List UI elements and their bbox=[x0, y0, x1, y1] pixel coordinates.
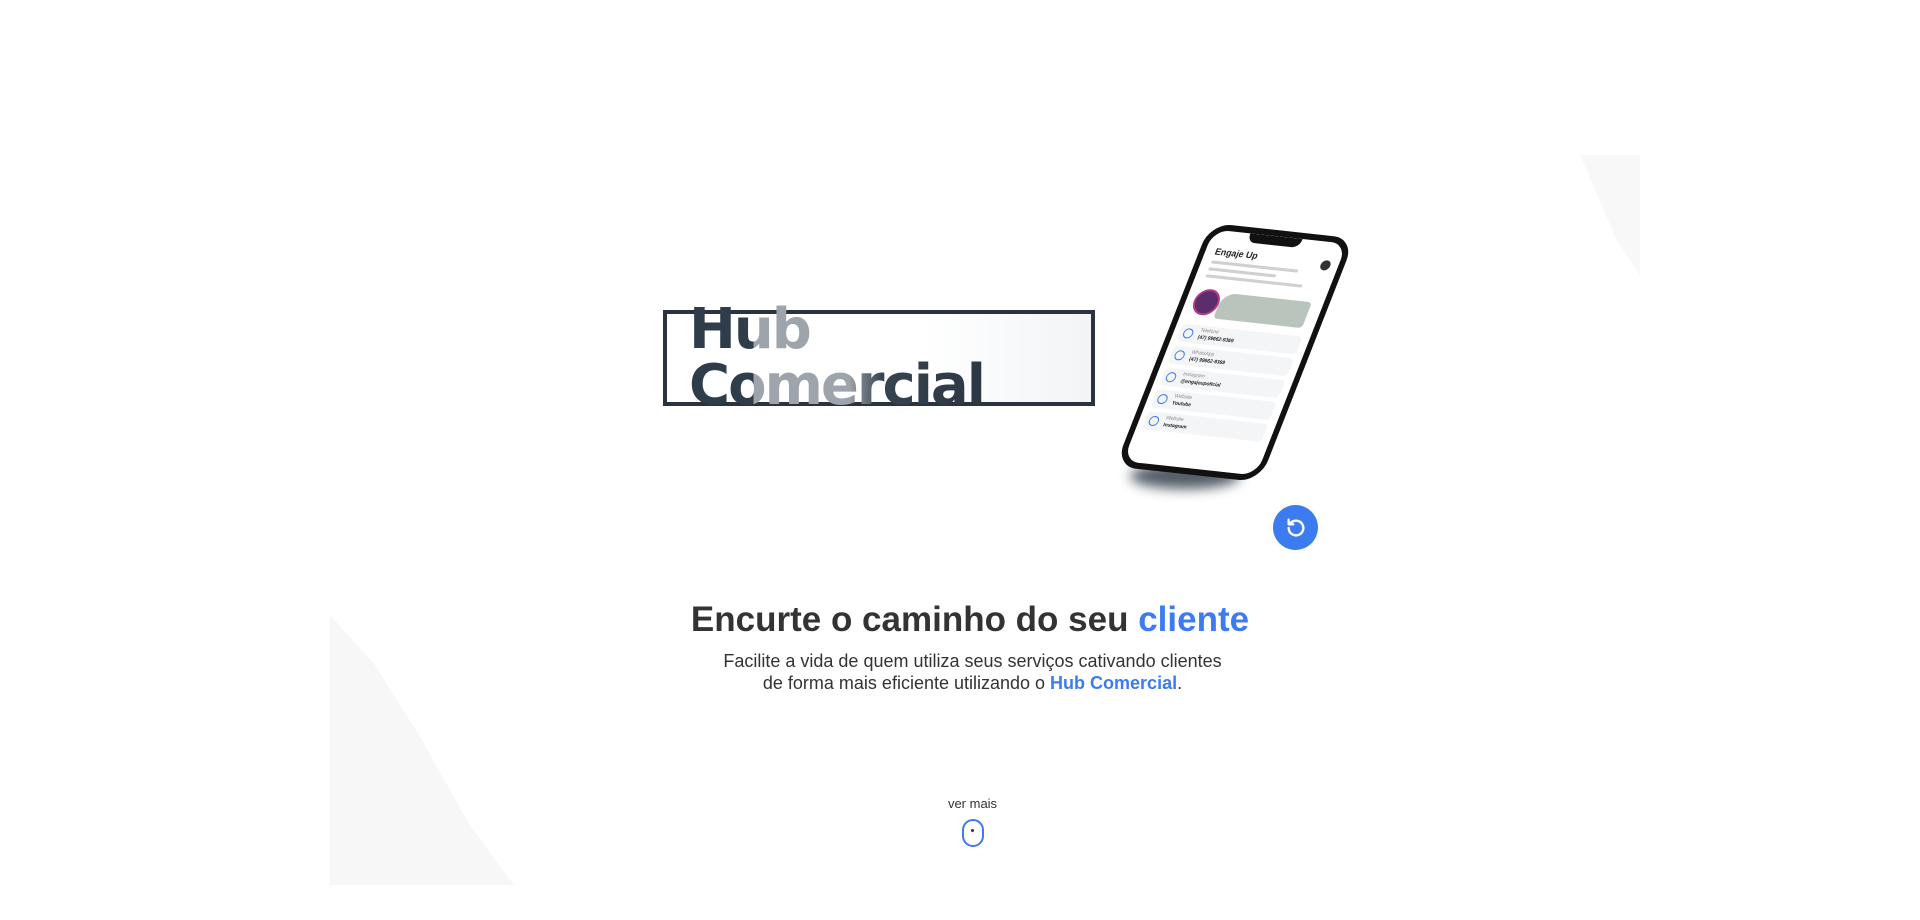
phone-close-icon bbox=[1318, 259, 1333, 271]
hero-subtitle-line1: Facilite a vida de quem utiliza seus ser… bbox=[723, 651, 1222, 671]
hero-subtitle-suffix: . bbox=[1177, 673, 1183, 693]
phone-row-icon bbox=[1181, 327, 1195, 339]
hero-title-accent: cliente bbox=[1138, 600, 1250, 639]
phone-row-value: (47) 99662-9369 bbox=[1187, 356, 1226, 367]
phone-mockup: Engaje Up Telefone (47) 99662-9369 Whats… bbox=[1114, 222, 1356, 515]
phone-row-value: (47) 99662-9369 bbox=[1196, 334, 1235, 345]
replay-icon bbox=[1286, 518, 1304, 537]
hero-subtitle-line2: de forma mais eficiente utilizando o bbox=[762, 673, 1051, 693]
mouse-scroll-icon bbox=[961, 819, 984, 847]
replay-button[interactable] bbox=[1273, 505, 1318, 550]
phone-profile-name: Engaje Up bbox=[1213, 246, 1260, 261]
phone-row-value: Instagram bbox=[1162, 422, 1188, 431]
logo-text: Hub Comercial bbox=[689, 302, 1091, 414]
phone-row-icon bbox=[1164, 371, 1178, 383]
background-shape-right bbox=[1580, 155, 1640, 275]
phone-row-value: Youtube bbox=[1170, 400, 1193, 409]
phone-subline bbox=[1205, 274, 1303, 288]
hero-subtitle: Facilite a vida de quem utiliza seus ser… bbox=[0, 650, 1920, 694]
phone-map bbox=[1213, 292, 1312, 329]
phone-row-icon bbox=[1172, 349, 1187, 361]
phone-row-icon bbox=[1155, 393, 1170, 405]
hero-title: Encurte o caminho do seu cliente bbox=[0, 600, 1920, 640]
hero-subtitle-brand: Hub Comercial bbox=[1050, 673, 1178, 693]
phone-notch bbox=[1246, 233, 1303, 248]
scroll-more-link[interactable]: ver mais bbox=[920, 796, 1025, 852]
phone-row-icon bbox=[1147, 415, 1161, 427]
phone-screen: Engaje Up Telefone (47) 99662-9369 Whats… bbox=[1114, 222, 1356, 483]
hero-title-main: Encurte o caminho do seu bbox=[690, 600, 1139, 639]
scroll-more-label: ver mais bbox=[947, 796, 998, 811]
phone-row-value: @engajeupoficial bbox=[1179, 378, 1222, 389]
hub-comercial-logo: Hub Comercial bbox=[663, 302, 1095, 414]
